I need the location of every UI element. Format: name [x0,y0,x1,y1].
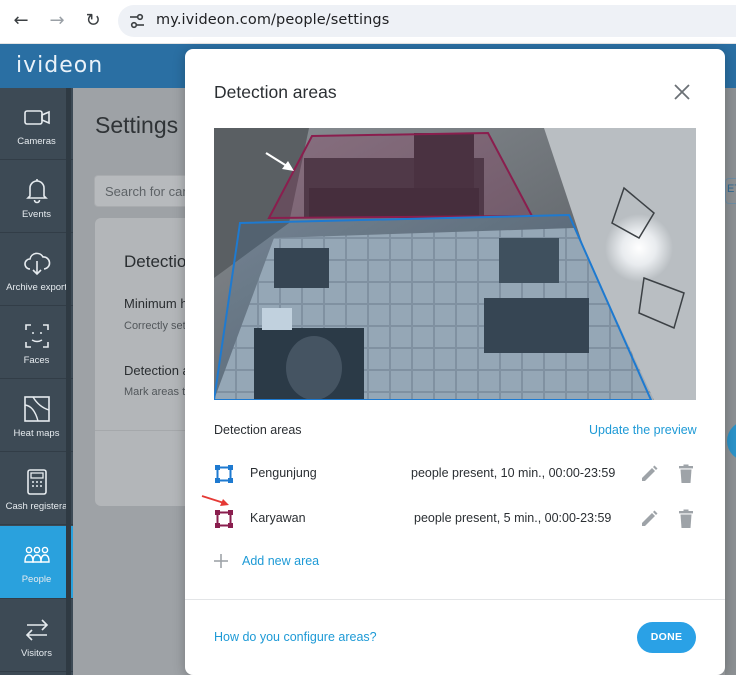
camera-icon [24,110,50,125]
sidebar-item-visitors[interactable]: Visitors [0,600,73,672]
trash-icon[interactable] [677,509,695,529]
area-description: people present, 5 min., 00:00-23:59 [414,511,612,525]
add-new-area-label: Add new area [242,554,320,568]
detection-label: Detection a [124,363,190,378]
camera-preview[interactable] [214,128,696,400]
reload-icon[interactable]: ↻ [82,10,104,32]
cloud-download-icon [24,252,51,276]
annotation-arrow-red [201,495,229,506]
area-name: Pengunjung [250,466,317,480]
search-placeholder: Search for cam [105,184,194,199]
area-row[interactable]: Pengunjung people present, 10 min., 00:0… [214,464,696,504]
sidebar-item-heat-maps[interactable]: Heat maps [0,380,73,452]
configure-areas-help-link[interactable]: How do you configure areas? [214,630,377,644]
add-new-area-button[interactable]: Add new area [214,552,414,572]
detection-areas-label: Detection areas [214,423,302,437]
sidebar-item-label: People [21,574,52,585]
people-icon [24,546,50,563]
edit-icon[interactable] [639,464,659,484]
sidebar-item-label: Cash registera [5,501,68,512]
sidebar-item-label: Faces [23,355,50,366]
sidebar-item-archive-export[interactable]: Archive export [0,234,73,306]
dialog-title: Detection areas [214,82,337,102]
arrow-right-icon[interactable]: → [46,10,68,32]
min-label: Minimum h [124,296,188,311]
page-right-edge [725,88,736,675]
area-polygon-karyawan[interactable] [267,131,534,220]
arrow-left-icon[interactable]: ← [10,10,32,32]
ivideon-logo[interactable]: ivideon [16,53,103,78]
url-text[interactable]: my.ivideon.com/people/settings [156,12,389,28]
sidebar-scrollbar[interactable] [66,88,71,675]
update-preview-link[interactable]: Update the preview [589,423,697,437]
edit-icon[interactable] [639,509,659,529]
sidebar-item-cameras[interactable]: Cameras [0,88,73,160]
detection-description: Mark areas to [124,386,192,398]
polygon-area-icon [215,510,233,528]
area-description: people present, 10 min., 00:00-23:59 [411,466,616,480]
sidebar-item-label: Cameras [17,136,56,147]
area-name: Karyawan [250,511,306,525]
polygon-area-icon [215,465,233,483]
close-icon[interactable] [672,82,692,102]
card-title: Detectio [124,252,187,271]
min-description: Correctly set [124,320,186,332]
sidebar-item-label: Events [21,209,52,220]
sidebar-item-people[interactable]: People [0,526,73,599]
sidebar-item-label: Archive export [6,282,67,293]
sidebar-item-cash-registers[interactable]: Cash registera [0,453,73,525]
cash-register-icon [27,469,47,495]
area-row[interactable]: Karyawan people present, 5 min., 00:00-2… [214,509,696,549]
trash-icon[interactable] [677,464,695,484]
right-edge-button-label: ET [727,183,736,195]
plus-icon [214,554,228,568]
site-settings-icon[interactable] [128,12,146,30]
heat-map-icon [24,396,50,422]
done-button[interactable]: DONE [637,622,696,653]
face-frame-icon [25,324,49,348]
sidebar-item-faces[interactable]: Faces [0,307,73,379]
sidebar: Cameras Events Archive export Faces Heat… [0,88,73,675]
sidebar-item-events[interactable]: Events [0,161,73,233]
page-title: Settings [95,112,179,138]
visitors-icon [25,619,49,641]
sidebar-item-label: Visitors [21,648,52,659]
sidebar-item-label: Heat maps [13,428,60,439]
bell-icon [26,179,48,204]
dialog-divider [185,599,725,600]
